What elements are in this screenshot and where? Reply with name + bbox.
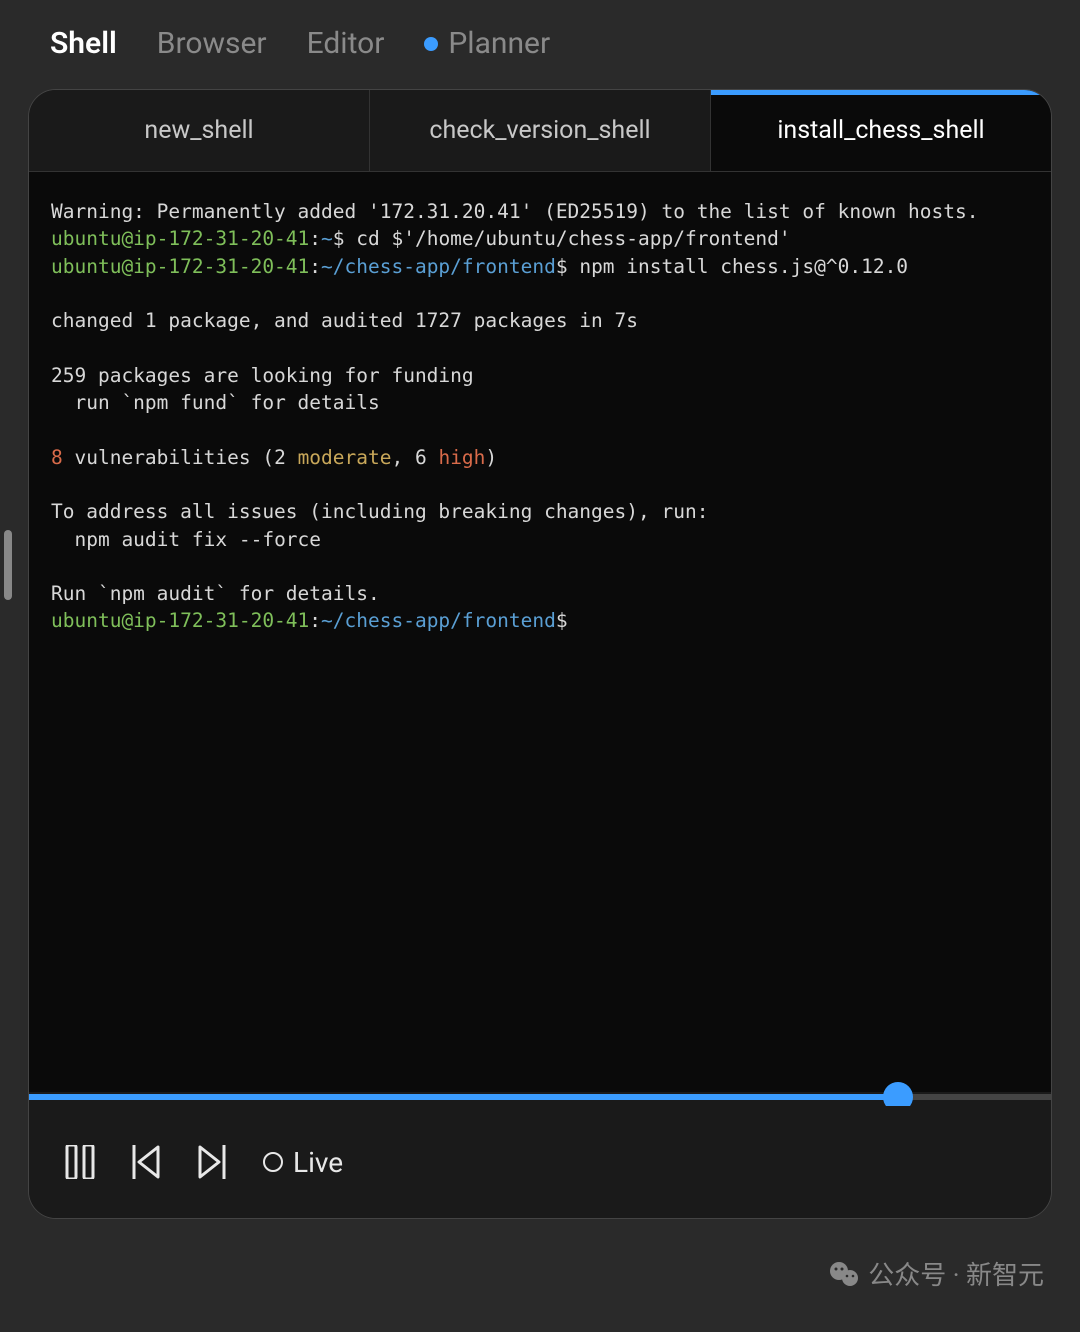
wechat-icon xyxy=(828,1258,860,1290)
terminal-line: npm audit fix --force xyxy=(51,526,1029,553)
terminal-line xyxy=(51,416,1029,443)
terminal-line: ubuntu@ip-172-31-20-41:~/chess-app/front… xyxy=(51,607,1029,634)
terminal-line: Warning: Permanently added '172.31.20.41… xyxy=(51,198,1029,225)
terminal-line: Run `npm audit` for details. xyxy=(51,580,1029,607)
watermark-text: 公众号 · 新智元 xyxy=(868,1255,1044,1292)
terminal-line xyxy=(51,334,1029,361)
shell-tab-check_version_shell[interactable]: check_version_shell xyxy=(370,90,711,171)
planner-activity-dot-icon xyxy=(424,37,438,51)
pause-icon[interactable] xyxy=(65,1145,95,1179)
terminal-line xyxy=(51,553,1029,580)
terminal-line: ubuntu@ip-172-31-20-41:~/chess-app/front… xyxy=(51,253,1029,280)
tab-browser[interactable]: Browser xyxy=(157,26,267,61)
live-label: Live xyxy=(293,1146,343,1179)
live-circle-icon xyxy=(263,1152,283,1172)
shell-tab-bar: new_shellcheck_version_shellinstall_ches… xyxy=(29,90,1051,172)
top-tab-bar: Shell Browser Editor Planner xyxy=(0,0,1080,77)
terminal-line: ubuntu@ip-172-31-20-41:~$ cd $'/home/ubu… xyxy=(51,225,1029,252)
terminal-line: 259 packages are looking for funding xyxy=(51,362,1029,389)
terminal-line: To address all issues (including breakin… xyxy=(51,498,1029,525)
playback-controls: Live xyxy=(29,1106,1051,1218)
tab-planner-label: Planner xyxy=(448,26,550,61)
terminal-panel: new_shellcheck_version_shellinstall_ches… xyxy=(28,89,1052,1219)
shell-tab-new_shell[interactable]: new_shell xyxy=(29,90,370,171)
skip-back-icon[interactable] xyxy=(131,1145,161,1179)
watermark: 公众号 · 新智元 xyxy=(828,1255,1044,1292)
scroll-indicator[interactable] xyxy=(4,530,12,600)
tab-planner[interactable]: Planner xyxy=(424,26,550,61)
skip-forward-icon[interactable] xyxy=(197,1145,227,1179)
terminal-line xyxy=(51,280,1029,307)
terminal-line: changed 1 package, and audited 1727 pack… xyxy=(51,307,1029,334)
terminal-line: run `npm fund` for details xyxy=(51,389,1029,416)
tab-editor[interactable]: Editor xyxy=(307,26,385,61)
terminal-line xyxy=(51,471,1029,498)
shell-tab-install_chess_shell[interactable]: install_chess_shell xyxy=(711,90,1051,171)
terminal-output[interactable]: Warning: Permanently added '172.31.20.41… xyxy=(29,172,1051,1092)
terminal-line: 8 vulnerabilities (2 moderate, 6 high) xyxy=(51,444,1029,471)
playback-progress-track[interactable] xyxy=(29,1094,1051,1100)
live-button[interactable]: Live xyxy=(263,1146,343,1179)
tab-shell[interactable]: Shell xyxy=(50,26,117,61)
playback-progress-fill xyxy=(29,1094,898,1100)
